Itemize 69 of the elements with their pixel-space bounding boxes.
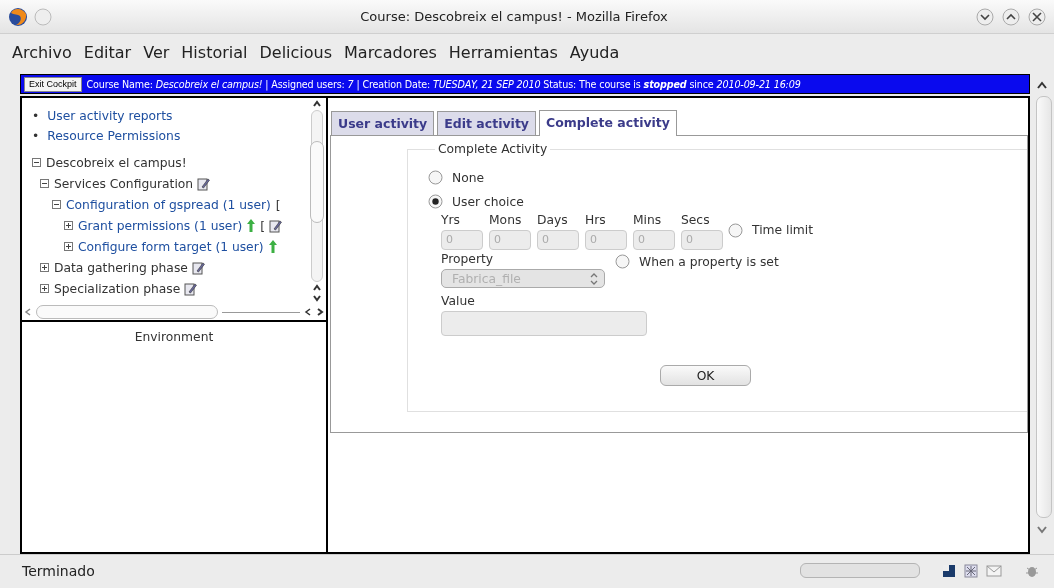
radio-button[interactable] — [428, 170, 443, 185]
menu-item[interactable]: Editar — [77, 40, 138, 64]
field-label: Secs — [681, 213, 711, 227]
status-text: Terminado — [22, 562, 95, 579]
tree-item[interactable]: Data gathering phase — [54, 260, 188, 275]
collapse-icon[interactable] — [32, 158, 41, 167]
scroll-left-icon[interactable] — [304, 307, 312, 317]
bullet: • — [32, 108, 40, 125]
tree-item[interactable]: Services Configuration — [54, 176, 194, 191]
menu-item[interactable]: Historial — [175, 40, 254, 64]
field-label: Value — [441, 294, 476, 308]
tree-item[interactable]: Specialization phase — [54, 281, 181, 296]
scroll-up-icon[interactable] — [312, 100, 322, 108]
panel-title: Environment — [134, 330, 214, 344]
browser-logo-icon[interactable] — [8, 6, 28, 27]
scroll-down-icon[interactable] — [312, 294, 322, 302]
up-arrow-icon[interactable] — [247, 219, 256, 232]
field-label: Days — [537, 213, 569, 227]
radio-button[interactable] — [428, 194, 443, 209]
tree-item[interactable]: Descobreix el campus! — [46, 155, 187, 170]
menu-item[interactable]: Marcadores — [338, 40, 443, 64]
tab[interactable]: Complete activity — [539, 110, 677, 136]
field-label: Mons — [489, 213, 523, 227]
menu-item[interactable]: Delicious — [253, 40, 339, 64]
menu-item[interactable]: Herramientas — [442, 40, 564, 64]
menu-item[interactable]: Ayuda — [563, 40, 626, 64]
radio-label: When a property is set — [639, 254, 779, 269]
sidebar-link[interactable]: Resource Permissions — [47, 126, 181, 146]
expand-icon[interactable] — [64, 221, 73, 230]
field-label: Hrs — [585, 213, 607, 227]
group-title: Complete Activity — [437, 142, 549, 156]
up-arrow-icon[interactable] — [268, 240, 277, 253]
radio-label: None — [452, 170, 485, 185]
note-icon[interactable] — [197, 176, 211, 191]
expand-icon[interactable] — [64, 242, 73, 251]
expand-icon[interactable] — [40, 263, 49, 272]
sidebar-link[interactable]: User activity reports — [47, 106, 173, 126]
window-title: Course: Descobreix el campus! - Mozilla Firefox — [359, 9, 669, 24]
scroll-up-icon[interactable] — [1036, 80, 1048, 90]
note-icon[interactable] — [184, 281, 198, 296]
radio-label: User choice — [452, 194, 524, 209]
menu-item[interactable]: Archivo — [6, 40, 78, 64]
ok-button[interactable]: OK — [660, 365, 751, 386]
menu-item[interactable]: Ver — [137, 40, 176, 64]
close-icon[interactable] — [1028, 7, 1046, 26]
tab[interactable]: User activity — [331, 111, 435, 135]
bracket: [ — [275, 197, 281, 212]
field-label: Mins — [633, 213, 663, 227]
bracket: [ — [260, 218, 266, 233]
tree-link[interactable]: Configuration of gspread (1 user) — [66, 197, 271, 212]
course-info: Course Name: Descobreix el campus! | Assigned users: 7 | Creation Date: TUESDAY, 21 SEP 2010 Status: The course is stopped since 2010-09-21 16:09 — [86, 78, 801, 90]
tree-link[interactable]: Grant permissions (1 user) — [78, 218, 243, 233]
note-icon[interactable] — [191, 260, 205, 275]
collapse-icon[interactable] — [40, 179, 49, 188]
field-label: Yrs — [441, 213, 461, 227]
radio-label: Time limit — [752, 223, 814, 237]
bullet: • — [32, 128, 40, 145]
tab[interactable]: Edit activity — [437, 111, 536, 135]
note-icon[interactable] — [269, 218, 283, 233]
maximize-icon[interactable] — [1002, 7, 1020, 26]
expand-icon[interactable] — [40, 284, 49, 293]
minimize-icon[interactable] — [976, 7, 994, 26]
grid-icon[interactable] — [964, 563, 978, 578]
tree-link[interactable]: Configure form target (1 user) — [78, 239, 264, 254]
scroll-up-icon[interactable] — [312, 284, 322, 292]
exit-cockpit-button[interactable]: Exit Cockpit — [24, 76, 82, 92]
field-label: Property — [441, 252, 495, 266]
scroll-right-icon[interactable] — [316, 307, 324, 317]
collapse-icon[interactable] — [52, 200, 61, 209]
